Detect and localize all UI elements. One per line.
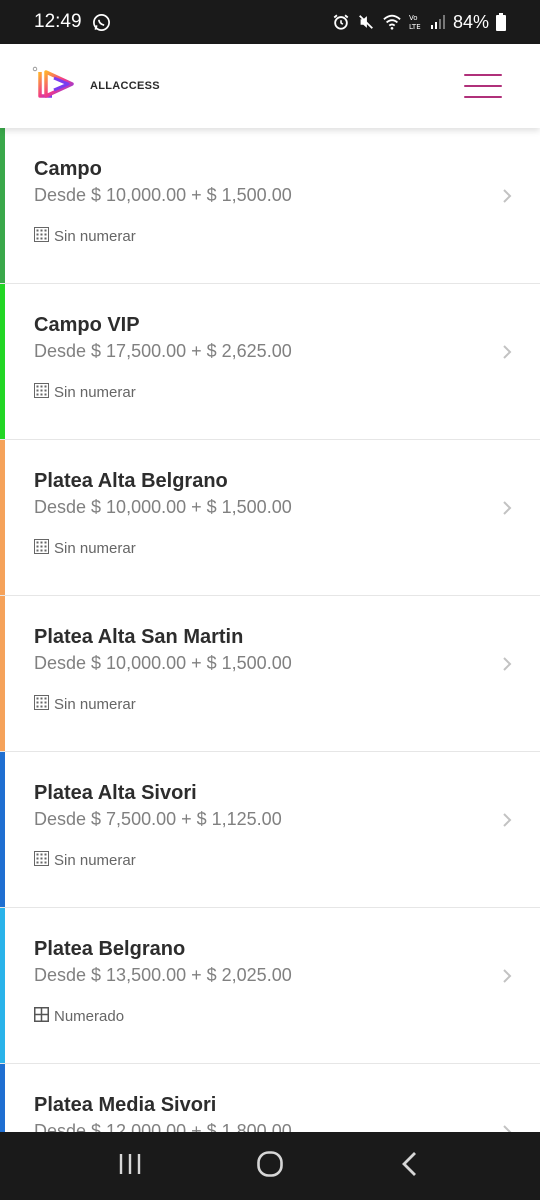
chevron-right-icon xyxy=(502,188,512,209)
seating-type: Numerado xyxy=(34,1007,500,1026)
seating-type: Sin numerar xyxy=(34,851,500,870)
wifi-icon xyxy=(382,13,402,31)
section-name: Platea Media Sivori xyxy=(34,1094,217,1116)
app-header: ALLACCESS xyxy=(0,44,540,128)
section-color-bar xyxy=(0,440,5,595)
section-name: Campo VIP xyxy=(34,314,140,336)
chevron-right-icon xyxy=(502,500,512,521)
section-price: Desde $ 13,500.00 + $ 2,025.00 xyxy=(34,965,292,985)
battery-icon xyxy=(496,13,506,31)
seating-type: Sin numerar xyxy=(34,539,500,558)
section-color-bar xyxy=(0,284,5,439)
section-price: Desde $ 12,000.00 + $ 1,800.00 xyxy=(34,1121,292,1132)
grid-squares-icon xyxy=(34,1007,49,1026)
back-button[interactable] xyxy=(380,1136,440,1196)
section-item[interactable]: Platea Alta Sivori Desde $ 7,500.00 + $ … xyxy=(0,752,540,908)
section-color-bar xyxy=(0,1064,5,1132)
seating-type-label: Sin numerar xyxy=(54,540,136,557)
section-color-bar xyxy=(0,752,5,907)
section-item[interactable]: Platea Alta San Martin Desde $ 10,000.00… xyxy=(0,596,540,752)
seating-type-label: Sin numerar xyxy=(54,696,136,713)
hamburger-menu-button[interactable] xyxy=(464,74,502,98)
section-price: Desde $ 7,500.00 + $ 1,125.00 xyxy=(34,809,282,829)
section-color-bar xyxy=(0,596,5,751)
section-item[interactable]: Campo Desde $ 10,000.00 + $ 1,500.00 Sin… xyxy=(0,128,540,284)
back-icon xyxy=(400,1151,420,1182)
seating-type-label: Sin numerar xyxy=(54,228,136,245)
grid-dots-icon xyxy=(34,227,49,246)
section-item[interactable]: Platea Alta Belgrano Desde $ 10,000.00 +… xyxy=(0,440,540,596)
section-price: Desde $ 10,000.00 + $ 1,500.00 xyxy=(34,653,292,673)
grid-dots-icon xyxy=(34,695,49,714)
signal-icon xyxy=(430,14,446,30)
grid-dots-icon xyxy=(34,851,49,870)
section-color-bar xyxy=(0,908,5,1063)
lte-icon: Vo LTE xyxy=(409,13,423,31)
grid-dots-icon xyxy=(34,539,49,558)
seating-type: Sin numerar xyxy=(34,383,500,402)
hamburger-line xyxy=(464,85,502,87)
ticket-sections-list: Campo Desde $ 10,000.00 + $ 1,500.00 Sin… xyxy=(0,128,540,1132)
brand-logo[interactable]: ALLACCESS xyxy=(32,66,160,107)
chevron-right-icon xyxy=(502,968,512,989)
chevron-right-icon xyxy=(502,1124,512,1132)
allaccess-logo-icon xyxy=(32,66,84,107)
section-name: Platea Alta Sivori xyxy=(34,782,197,804)
section-name: Platea Belgrano xyxy=(34,938,186,960)
section-item[interactable]: Platea Belgrano Desde $ 13,500.00 + $ 2,… xyxy=(0,908,540,1064)
seating-type-label: Sin numerar xyxy=(54,852,136,869)
grid-dots-icon xyxy=(34,383,49,402)
section-price: Desde $ 10,000.00 + $ 1,500.00 xyxy=(34,497,292,517)
section-color-bar xyxy=(0,128,5,283)
mute-icon xyxy=(357,13,375,31)
hamburger-icon xyxy=(464,74,502,76)
alarm-icon xyxy=(332,13,350,31)
chevron-right-icon xyxy=(502,344,512,365)
battery-percent: 84% xyxy=(452,11,489,32)
svg-text:LTE: LTE xyxy=(409,23,421,31)
home-icon xyxy=(256,1150,284,1183)
svg-text:Vo: Vo xyxy=(409,14,418,22)
whatsapp-icon xyxy=(92,13,111,32)
section-name: Campo xyxy=(34,158,102,180)
seating-type-label: Numerado xyxy=(54,1008,125,1025)
section-name: Platea Alta San Martin xyxy=(34,626,244,648)
section-item[interactable]: Platea Media Sivori Desde $ 12,000.00 + … xyxy=(0,1064,540,1132)
section-name: Platea Alta Belgrano xyxy=(34,470,228,492)
status-time: 12:49 xyxy=(34,11,82,32)
recent-apps-icon xyxy=(118,1152,142,1181)
recent-apps-button[interactable] xyxy=(100,1136,160,1196)
section-price: Desde $ 17,500.00 + $ 2,625.00 xyxy=(34,341,292,361)
system-nav-bar xyxy=(0,1132,540,1200)
section-price: Desde $ 10,000.00 + $ 1,500.00 xyxy=(34,185,292,205)
seating-type: Sin numerar xyxy=(34,695,500,714)
home-button[interactable] xyxy=(240,1136,300,1196)
chevron-right-icon xyxy=(502,656,512,677)
status-bar: 12:49 Vo LTE 84% xyxy=(0,0,540,44)
hamburger-line xyxy=(464,96,502,98)
section-item[interactable]: Campo VIP Desde $ 17,500.00 + $ 2,625.00… xyxy=(0,284,540,440)
chevron-right-icon xyxy=(502,812,512,833)
seating-type-label: Sin numerar xyxy=(54,384,136,401)
brand-name: ALLACCESS xyxy=(90,80,160,92)
seating-type: Sin numerar xyxy=(34,227,500,246)
